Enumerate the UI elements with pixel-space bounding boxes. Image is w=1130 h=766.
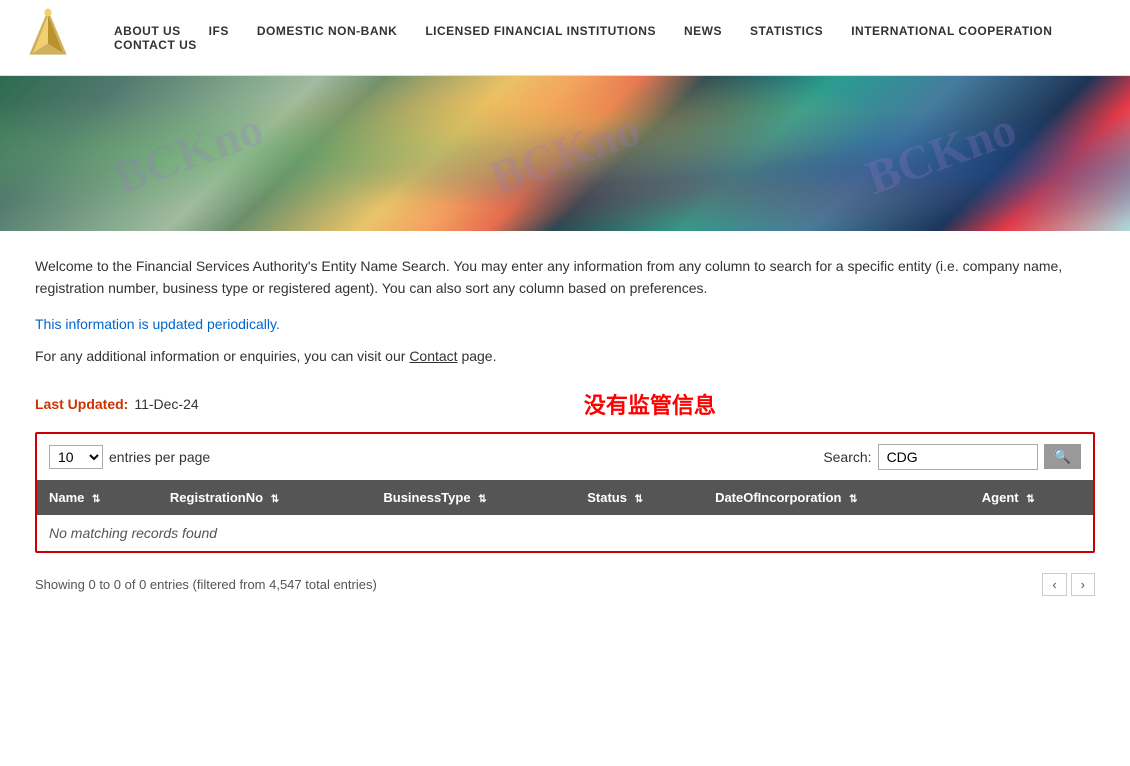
showing-text: Showing 0 to 0 of 0 entries (filtered fr… (35, 577, 377, 592)
main-content: Welcome to the Financial Services Author… (15, 231, 1115, 628)
col-agent[interactable]: Agent ⇅ (970, 480, 1093, 515)
pagination-controls: ‹ › (1042, 573, 1095, 596)
prev-page-button[interactable]: ‹ (1042, 573, 1066, 596)
navbar: ABOUT US IFS DOMESTIC NON-BANK LICENSED … (0, 0, 1130, 76)
col-business-type[interactable]: BusinessType ⇅ (371, 480, 575, 515)
intro-paragraph-2: This information is updated periodically… (35, 316, 1095, 332)
next-page-button[interactable]: › (1071, 573, 1095, 596)
search-button[interactable]: 🔍 (1044, 444, 1081, 469)
contact-link[interactable]: Contact (409, 348, 457, 364)
contact-suffix: page. (458, 348, 497, 364)
col-status[interactable]: Status ⇅ (575, 480, 703, 515)
nav-statistics[interactable]: STATISTICS (736, 24, 837, 38)
last-updated-value: 11-Dec-24 (134, 396, 198, 412)
col-reg-no[interactable]: RegistrationNo ⇅ (158, 480, 371, 515)
nav-contact-us[interactable]: CONTACT US (100, 38, 211, 52)
data-table: Name ⇅ RegistrationNo ⇅ BusinessType ⇅ S… (37, 480, 1093, 551)
sort-icon-date: ⇅ (849, 494, 857, 505)
nav-licensed-financial[interactable]: LICENSED FINANCIAL INSTITUTIONS (411, 24, 670, 38)
watermark-3: BCKno (860, 101, 1024, 206)
col-name[interactable]: Name ⇅ (37, 480, 158, 515)
search-control: Search: 🔍 (823, 444, 1081, 470)
hero-banner: BCKno BCKno BCKno (0, 76, 1130, 231)
entries-per-page-select[interactable]: 10 25 50 100 (49, 445, 103, 469)
pagination-row: Showing 0 to 0 of 0 entries (filtered fr… (35, 565, 1095, 604)
entries-label: entries per page (109, 449, 210, 465)
nav-news[interactable]: NEWS (670, 24, 736, 38)
table-section: 10 25 50 100 entries per page Search: 🔍 … (35, 432, 1095, 553)
table-row-no-records: No matching records found (37, 515, 1093, 551)
watermark-overlay: BCKno BCKno BCKno (0, 76, 1130, 231)
watermark-1: BCKno (106, 101, 270, 206)
intro-paragraph-3: For any additional information or enquir… (35, 348, 1095, 364)
entries-control: 10 25 50 100 entries per page (49, 445, 210, 469)
nav-about-us[interactable]: ABOUT US (100, 24, 195, 38)
sort-icon-status: ⇅ (635, 494, 643, 505)
last-updated-label: Last Updated: (35, 396, 128, 412)
table-controls: 10 25 50 100 entries per page Search: 🔍 (37, 434, 1093, 480)
watermark-2: BCKno (483, 101, 647, 206)
sort-icon-reg: ⇅ (271, 494, 279, 505)
table-header-row: Name ⇅ RegistrationNo ⇅ BusinessType ⇅ S… (37, 480, 1093, 515)
no-records-cell: No matching records found (37, 515, 1093, 551)
nav-international[interactable]: INTERNATIONAL COOPERATION (837, 24, 1066, 38)
nav-links: ABOUT US IFS DOMESTIC NON-BANK LICENSED … (100, 24, 1110, 52)
sort-icon-type: ⇅ (478, 494, 486, 505)
sort-icon-name: ⇅ (92, 494, 100, 505)
nav-ifs[interactable]: IFS (195, 24, 243, 38)
nav-domestic-non-bank[interactable]: DOMESTIC NON-BANK (243, 24, 412, 38)
sort-icon-agent: ⇅ (1026, 494, 1034, 505)
last-updated-row: Last Updated: 11-Dec-24 没有监管信息 (35, 388, 1095, 420)
logo[interactable] (20, 8, 80, 68)
col-date[interactable]: DateOfIncorporation ⇅ (703, 480, 970, 515)
intro-paragraph-1: Welcome to the Financial Services Author… (35, 255, 1095, 300)
contact-prefix: For any additional information or enquir… (35, 348, 409, 364)
no-regulatory-notice: 没有监管信息 (205, 388, 1095, 420)
search-label: Search: (823, 449, 871, 465)
search-input[interactable] (878, 444, 1038, 470)
